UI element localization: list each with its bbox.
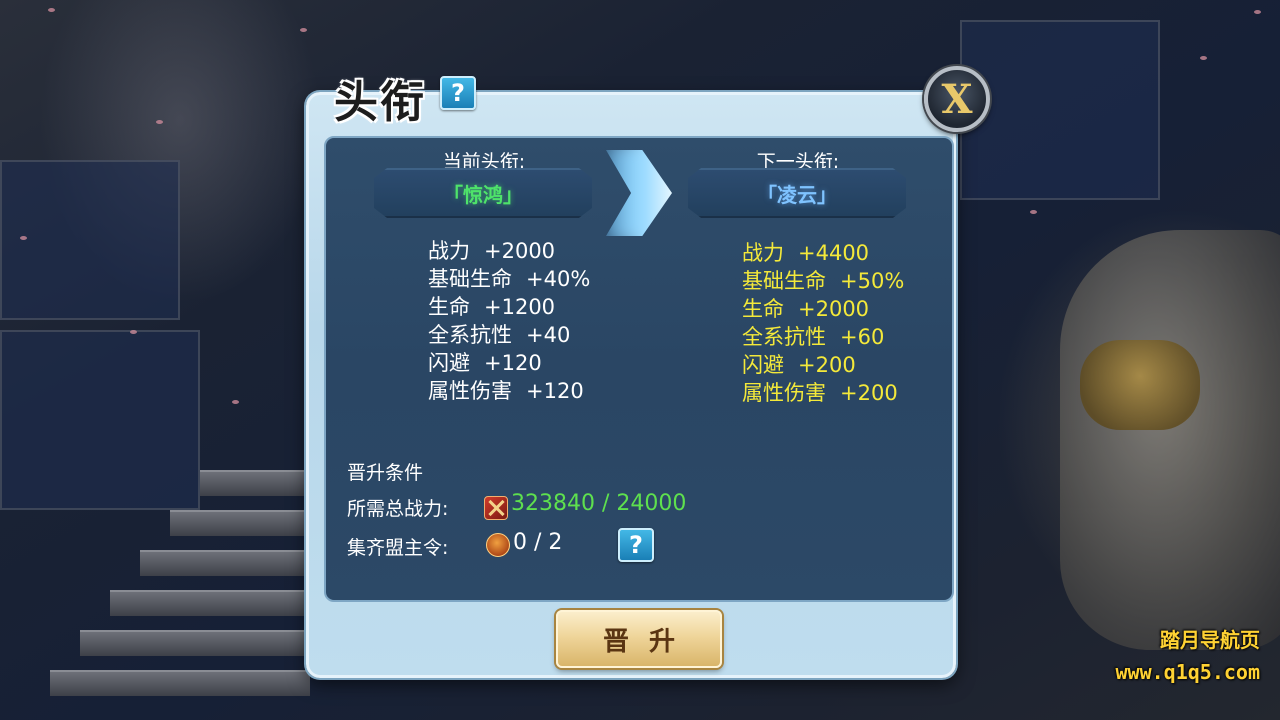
stat-name: 基础生命 (428, 267, 512, 291)
stair-step (170, 510, 310, 536)
petal (48, 8, 55, 12)
stat-value: +40 (526, 323, 571, 347)
stat-value: +60 (840, 325, 885, 349)
stat-row: 属性伤害 +200 (742, 379, 904, 407)
required-power-value: 323840 / 24000 (511, 491, 687, 516)
petal (232, 400, 239, 404)
stat-row: 基础生命 +40% (428, 265, 590, 293)
floor-tile (0, 330, 200, 510)
crossed-swords-icon (484, 496, 508, 520)
stat-row: 闪避 +200 (742, 351, 904, 379)
stair-step (50, 670, 310, 696)
stat-row: 全系抗性 +40 (428, 321, 590, 349)
lion-statue (1060, 230, 1280, 650)
promote-button[interactable]: 晋升 (556, 610, 722, 668)
alliance-token-label: 集齐盟主令: (347, 537, 449, 559)
stat-value: +4400 (798, 241, 870, 265)
stat-value: +2000 (798, 297, 870, 321)
floor-tile (960, 20, 1160, 200)
watermark-site-name: 踏月导航页 (1160, 628, 1260, 652)
floor-tile (0, 160, 180, 320)
stat-name: 全系抗性 (742, 325, 826, 349)
close-icon: X (941, 75, 973, 123)
stat-value: +40% (526, 267, 591, 291)
stat-value: +2000 (484, 239, 556, 263)
petal (20, 236, 27, 240)
stat-name: 闪避 (428, 351, 470, 375)
current-title-name: 「惊鸿」 (443, 182, 523, 207)
petal (1030, 210, 1037, 214)
stat-name: 闪避 (742, 353, 784, 377)
stat-value: +200 (798, 353, 856, 377)
next-title-name: 「凌云」 (757, 182, 837, 207)
stat-value: +200 (840, 381, 898, 405)
stat-value: +120 (526, 379, 584, 403)
question-mark-icon: ? (629, 531, 643, 559)
stat-row: 生命 +1200 (428, 293, 590, 321)
stair-step (200, 470, 310, 496)
stat-row: 战力 +4400 (742, 239, 904, 267)
stat-name: 战力 (428, 239, 470, 263)
current-title-plate: 「惊鸿」 (374, 168, 592, 218)
stat-name: 基础生命 (742, 269, 826, 293)
alliance-token-icon (486, 533, 510, 557)
stat-name: 战力 (742, 241, 784, 265)
help-button[interactable]: ? (440, 76, 476, 110)
stat-value: +1200 (484, 295, 556, 319)
stat-row: 战力 +2000 (428, 237, 590, 265)
next-stats-list: 战力 +4400 基础生命 +50% 生命 +2000 全系抗性 +60 闪避 +200 … (742, 239, 904, 407)
stat-row: 属性伤害 +120 (428, 377, 590, 405)
watermark-url: www.q1q5.com (1115, 660, 1261, 684)
required-power-label: 所需总战力: (347, 498, 449, 520)
stair-step (110, 590, 310, 616)
conditions-title: 晋升条件 (347, 462, 424, 484)
question-mark-icon: ? (451, 79, 465, 107)
stat-row: 生命 +2000 (742, 295, 904, 323)
petal (1200, 56, 1207, 60)
next-title-plate: 「凌云」 (688, 168, 906, 218)
stat-name: 生命 (742, 297, 784, 321)
stat-value: +50% (840, 269, 905, 293)
stat-name: 全系抗性 (428, 323, 512, 347)
current-stats-list: 战力 +2000 基础生命 +40% 生命 +1200 全系抗性 +40 闪避 +120 … (428, 237, 590, 405)
petal (130, 330, 137, 334)
stat-row: 基础生命 +50% (742, 267, 904, 295)
stat-row: 闪避 +120 (428, 349, 590, 377)
dialog-title: 头衔 (334, 77, 426, 128)
petal (1254, 10, 1261, 14)
promote-button-label: 晋升 (602, 626, 695, 657)
stat-value: +120 (484, 351, 542, 375)
stair-step (80, 630, 310, 656)
stat-name: 属性伤害 (742, 381, 826, 405)
stat-name: 生命 (428, 295, 470, 319)
petal (300, 28, 307, 32)
token-help-button[interactable]: ? (618, 528, 654, 562)
stat-name: 属性伤害 (428, 379, 512, 403)
close-button[interactable]: X (924, 66, 990, 132)
stat-row: 全系抗性 +60 (742, 323, 904, 351)
petal (156, 120, 163, 124)
stair-step (140, 550, 310, 576)
alliance-token-value: 0 / 2 (513, 530, 563, 555)
lion-mane (1080, 340, 1200, 430)
